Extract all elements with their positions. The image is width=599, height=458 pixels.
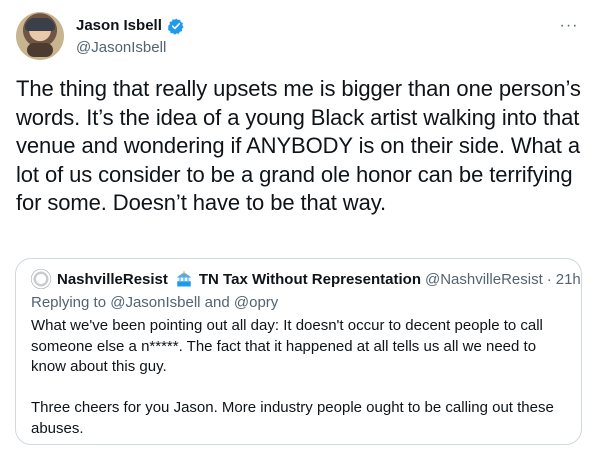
author-display-name[interactable]: Jason Isbell	[76, 16, 162, 36]
tax-icon	[176, 271, 192, 287]
verified-badge-icon	[167, 18, 184, 35]
name-row: Jason Isbell	[76, 16, 185, 36]
tweet-header: Jason Isbell @JasonIsbell ···	[16, 12, 583, 62]
quoted-tweet-text: What we've been pointing out all day: It…	[31, 317, 554, 437]
more-icon[interactable]: ···	[555, 12, 583, 40]
author-handle[interactable]: @JasonIsbell	[76, 38, 166, 58]
quoted-author-name: NashvilleResist	[57, 270, 168, 288]
mention-opry[interactable]: @opry	[234, 294, 278, 311]
quoted-author-handle: @NashvilleResist	[424, 270, 543, 288]
and-word: and	[200, 294, 234, 311]
quoted-tweet-header: NashvilleResist TN Tax Without Represent…	[31, 269, 581, 289]
mention-jasonisbell[interactable]: @JasonIsbell	[110, 294, 200, 311]
quoted-timestamp[interactable]: 21h	[556, 271, 581, 288]
replying-prefix: Replying to	[31, 294, 111, 311]
separator-dot: ·	[546, 270, 552, 288]
quoted-author-name-suffix: TN Tax Without Representation	[198, 270, 421, 288]
quoted-author-avatar	[31, 269, 51, 289]
tweet-text: The thing that really upsets me is bigge…	[16, 76, 581, 215]
author-avatar[interactable]	[16, 12, 64, 60]
quoted-tweet-card[interactable]: NashvilleResist TN Tax Without Represent…	[15, 258, 582, 445]
replying-to-line: Replying to @JasonIsbell and @opry	[31, 293, 278, 313]
